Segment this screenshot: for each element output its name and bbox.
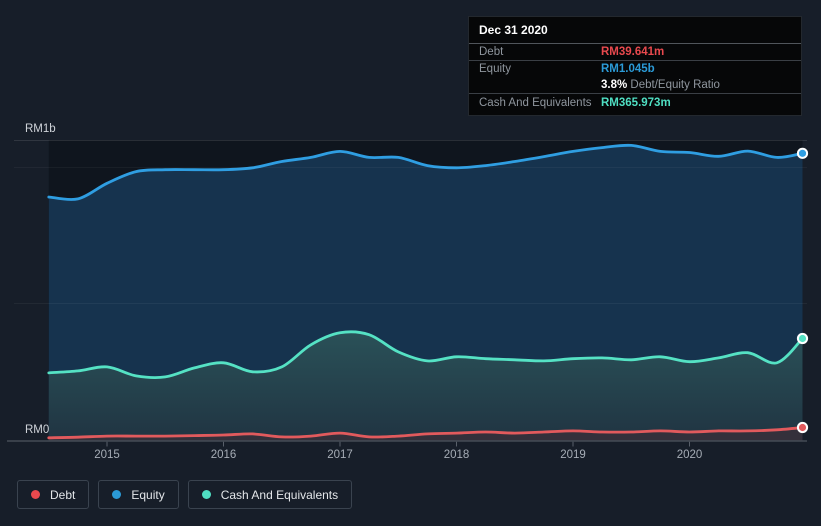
tooltip-debt-value: RM39.641m xyxy=(601,46,665,58)
x-tick-label-2019: 2019 xyxy=(560,449,586,461)
tooltip-row-ratio: 3.8% Debt/Equity Ratio xyxy=(469,77,801,94)
tooltip-cash-value: RM365.973m xyxy=(601,97,671,109)
cash-dot-icon xyxy=(201,490,211,499)
debt-end-marker xyxy=(796,421,809,434)
chart-legend: Debt Equity Cash And Equivalents xyxy=(17,480,353,509)
legend-label-debt: Debt xyxy=(50,487,76,502)
tooltip-row-cash: Cash And Equivalents RM365.973m xyxy=(469,94,801,115)
x-tick-label-2018: 2018 xyxy=(444,449,470,461)
cash-end-marker xyxy=(796,332,809,345)
x-tick-label-2017: 2017 xyxy=(327,449,353,461)
legend-label-equity: Equity xyxy=(131,487,165,502)
legend-item-equity[interactable]: Equity xyxy=(98,480,179,509)
legend-item-debt[interactable]: Debt xyxy=(17,480,90,509)
equity-end-marker xyxy=(796,147,809,159)
tooltip-cash-label: Cash And Equivalents xyxy=(479,97,592,109)
legend-label-cash: Cash And Equivalents xyxy=(220,487,339,502)
tooltip-date: Dec 31 2020 xyxy=(469,17,801,44)
equity-dot-icon xyxy=(112,490,122,499)
tooltip-ratio-label: Debt/Equity Ratio xyxy=(630,79,720,91)
x-tick-label-2020: 2020 xyxy=(677,449,703,461)
x-tick-label-2015: 2015 xyxy=(94,449,120,461)
x-tick-label-2016: 2016 xyxy=(211,449,237,461)
tooltip-row-equity: Equity RM1.045b xyxy=(469,61,801,77)
y-axis-label-top: RM1b xyxy=(25,123,56,135)
debt-dot-icon xyxy=(31,490,40,499)
tooltip-ratio-value: 3.8% xyxy=(601,79,628,91)
y-axis-label-bottom: RM0 xyxy=(25,424,49,436)
tooltip-equity-value: RM1.045b xyxy=(601,63,655,75)
tooltip-equity-label: Equity xyxy=(479,63,511,75)
chart-tooltip: Dec 31 2020 Debt RM39.641m Equity RM1.04… xyxy=(468,16,802,116)
tooltip-debt-label: Debt xyxy=(479,46,504,58)
debt-equity-history-chart: 2015 2016 2017 2018 2019 2020 RM1b RM0 Dec 31 2… xyxy=(0,0,821,526)
tooltip-row-debt: Debt RM39.641m xyxy=(469,44,801,61)
legend-item-cash[interactable]: Cash And Equivalents xyxy=(187,480,353,509)
